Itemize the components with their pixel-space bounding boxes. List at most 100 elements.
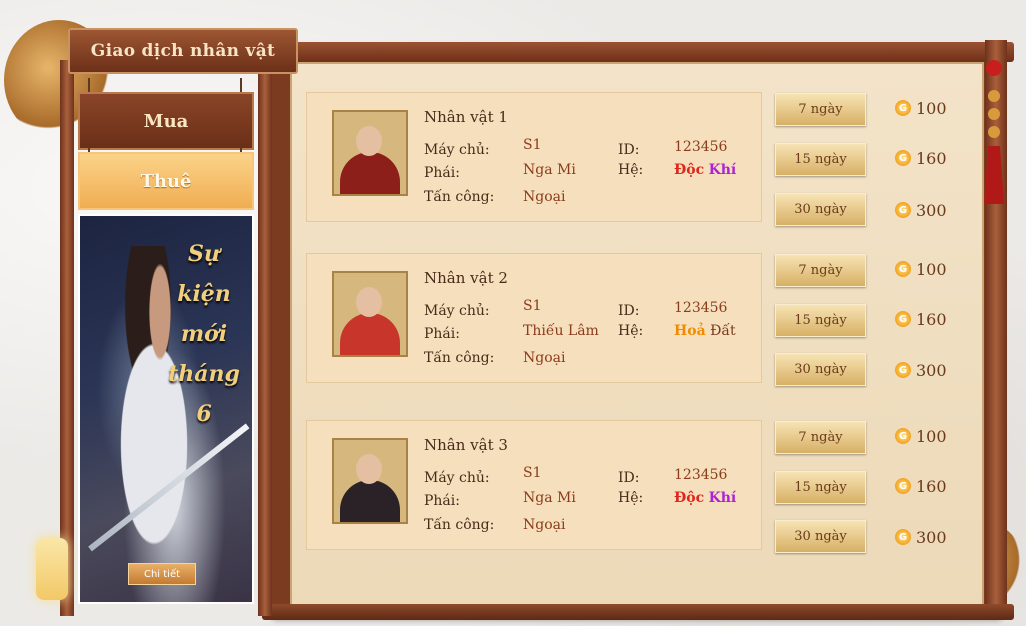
price-value: 300	[916, 360, 947, 380]
price-value: 300	[916, 527, 947, 547]
faction-label: Phái:	[424, 165, 460, 181]
price-value: 100	[916, 426, 947, 446]
element-secondary: Khí	[708, 162, 737, 178]
event-banner[interactable]: Sự kiện mới tháng 6	[78, 214, 254, 604]
price-tag: G 160	[895, 474, 947, 498]
attack-label: Tấn công:	[424, 350, 495, 366]
price-value: 160	[916, 309, 947, 329]
detail-button[interactable]: Chi tiết	[128, 563, 196, 585]
banner-line: 6	[196, 401, 212, 427]
rent-15-days-button[interactable]: 15 ngày	[775, 143, 866, 176]
price-value: 300	[916, 200, 947, 220]
price-value: 160	[916, 148, 947, 168]
price-value: 100	[916, 259, 947, 279]
lantern-icon	[36, 538, 68, 600]
id-value: 123456	[674, 139, 728, 155]
price-tag: G 160	[895, 146, 947, 170]
chain-left	[88, 78, 90, 92]
attack-value: Ngoại	[523, 517, 566, 533]
price-tag: G 100	[895, 96, 947, 120]
banner-line: kiện	[177, 281, 231, 307]
gold-coin-icon: G	[895, 202, 911, 218]
character-card: Nhân vật 3 Máy chủ: Phái: Tấn công: S1 N…	[306, 420, 762, 550]
price-tag: G 300	[895, 525, 947, 549]
price-value: 100	[916, 98, 947, 118]
element-secondary: Khí	[708, 490, 737, 506]
character-card: Nhân vật 1 Máy chủ: Phái: Tấn công: S1 N…	[306, 92, 762, 222]
chain-right	[240, 78, 242, 92]
element-label: Hệ:	[618, 162, 644, 178]
element-primary: Độc	[674, 162, 705, 178]
banner-line: Sự	[188, 241, 220, 267]
price-tag: G 300	[895, 358, 947, 382]
element-primary: Hoả	[674, 323, 706, 339]
tab-rent[interactable]: Thuê	[78, 152, 254, 210]
character-name: Nhân vật 3	[424, 436, 508, 454]
tassel-ornament	[984, 56, 1004, 206]
gold-coin-icon: G	[895, 362, 911, 378]
rent-7-days-button[interactable]: 7 ngày	[775, 421, 866, 454]
attack-value: Ngoại	[523, 189, 566, 205]
tab-buy[interactable]: Mua	[78, 92, 254, 150]
element-label: Hệ:	[618, 323, 644, 339]
banner-headline: Sự kiện mới tháng 6	[164, 234, 244, 434]
faction-value: Thiếu Lâm	[523, 323, 599, 339]
rent-15-days-button[interactable]: 15 ngày	[775, 304, 866, 337]
gold-coin-icon: G	[895, 150, 911, 166]
id-label: ID:	[618, 142, 640, 158]
character-card: Nhân vật 2 Máy chủ: Phái: Tấn công: S1 T…	[306, 253, 762, 383]
price-value: 160	[916, 476, 947, 496]
left-pillar-outer	[60, 60, 74, 616]
banner-line: tháng	[168, 361, 240, 387]
rent-15-days-button[interactable]: 15 ngày	[775, 471, 866, 504]
gold-coin-icon: G	[895, 311, 911, 327]
server-label: Máy chủ:	[424, 142, 490, 158]
id-label: ID:	[618, 470, 640, 486]
attack-label: Tấn công:	[424, 189, 495, 205]
element-value: Hoả Đất	[674, 323, 736, 339]
rent-30-days-button[interactable]: 30 ngày	[775, 193, 866, 226]
element-label: Hệ:	[618, 490, 644, 506]
server-value: S1	[523, 137, 542, 153]
gold-coin-icon: G	[895, 529, 911, 545]
price-tag: G 160	[895, 307, 947, 331]
character-name: Nhân vật 2	[424, 269, 508, 287]
rent-7-days-button[interactable]: 7 ngày	[775, 93, 866, 126]
server-label: Máy chủ:	[424, 303, 490, 319]
attack-value: Ngoại	[523, 350, 566, 366]
id-label: ID:	[618, 303, 640, 319]
frame-top-beam	[262, 42, 1014, 62]
price-tag: G 100	[895, 424, 947, 448]
gold-coin-icon: G	[895, 100, 911, 116]
faction-value: Nga Mi	[523, 490, 576, 506]
frame-bottom-beam	[262, 604, 1014, 620]
price-tag: G 100	[895, 257, 947, 281]
faction-value: Nga Mi	[523, 162, 576, 178]
id-value: 123456	[674, 300, 728, 316]
character-portrait	[332, 110, 408, 196]
server-label: Máy chủ:	[424, 470, 490, 486]
element-value: Độc Khí	[674, 162, 736, 178]
attack-label: Tấn công:	[424, 517, 495, 533]
character-name: Nhân vật 1	[424, 108, 508, 126]
banner-line: mới	[180, 321, 228, 347]
server-value: S1	[523, 298, 542, 314]
element-value: Độc Khí	[674, 490, 736, 506]
faction-label: Phái:	[424, 493, 460, 509]
id-value: 123456	[674, 467, 728, 483]
price-tag: G 300	[895, 198, 947, 222]
character-portrait	[332, 271, 408, 357]
server-value: S1	[523, 465, 542, 481]
gold-coin-icon: G	[895, 261, 911, 277]
faction-label: Phái:	[424, 326, 460, 342]
page-title: Giao dịch nhân vật	[68, 28, 298, 74]
rent-30-days-button[interactable]: 30 ngày	[775, 353, 866, 386]
element-primary: Độc	[674, 490, 705, 506]
element-secondary: Đất	[710, 323, 736, 339]
gold-coin-icon: G	[895, 428, 911, 444]
character-portrait	[332, 438, 408, 524]
left-pillar-inner	[258, 60, 272, 616]
rent-30-days-button[interactable]: 30 ngày	[775, 520, 866, 553]
gold-coin-icon: G	[895, 478, 911, 494]
rent-7-days-button[interactable]: 7 ngày	[775, 254, 866, 287]
